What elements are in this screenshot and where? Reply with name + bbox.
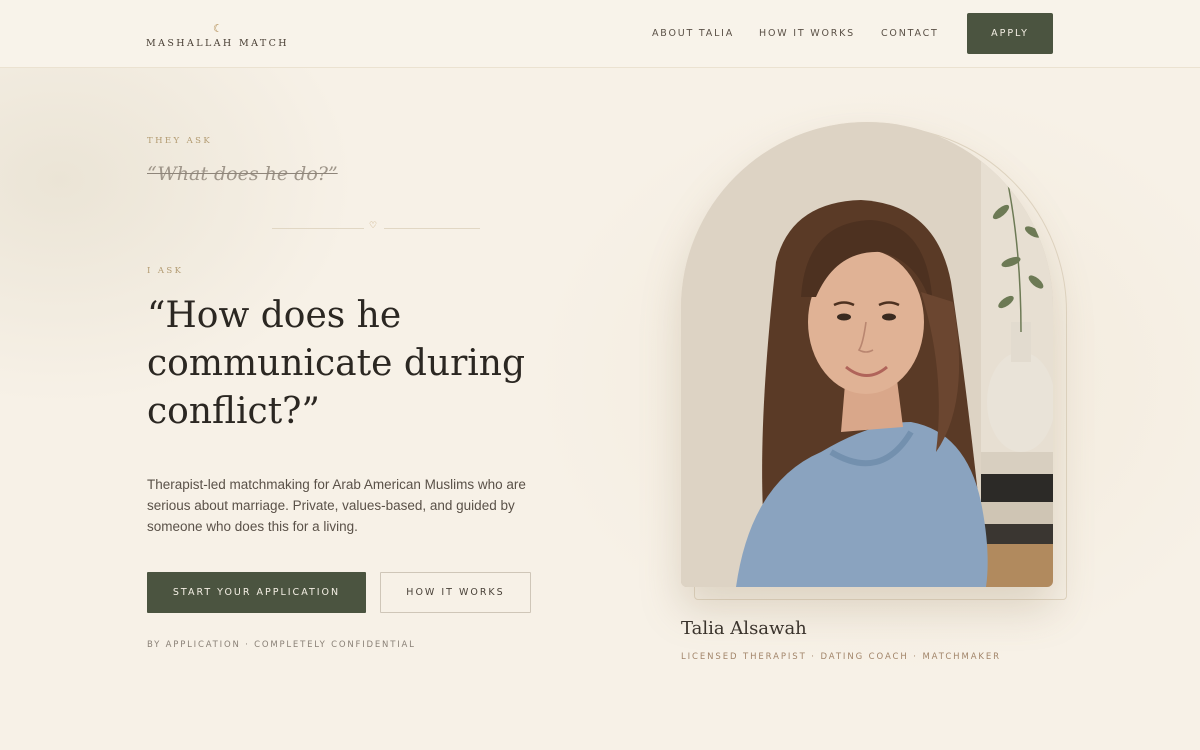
headline-line: conflict?”: [147, 391, 320, 432]
portrait-role: LICENSED THERAPIST · DATING COACH · MATC…: [681, 652, 1001, 662]
divider-line-left: [272, 228, 364, 229]
how-it-works-button[interactable]: HOW IT WORKS: [380, 572, 531, 613]
they-ask-label: THEY ASK: [147, 136, 213, 146]
hero-description: Therapist-led matchmaking for Arab Ameri…: [147, 477, 526, 534]
logo-text: MASHALLAH MATCH: [146, 38, 289, 49]
portrait-name: Talia Alsawah: [681, 618, 807, 639]
hero-headline: “How does he communicate during conflict…: [147, 292, 567, 436]
apply-button[interactable]: APPLY: [967, 13, 1053, 54]
logo[interactable]: ☾ MASHALLAH MATCH: [146, 20, 296, 52]
i-ask-label: I ASK: [147, 266, 184, 276]
crescent-moon-icon: ☾: [213, 22, 223, 35]
divider-line-right: [384, 228, 480, 229]
portrait-photo: [681, 122, 1053, 587]
site-header: ☾ MASHALLAH MATCH ABOUT TALIA HOW IT WOR…: [0, 0, 1200, 68]
headline-line: communicate during: [147, 343, 526, 384]
start-application-button[interactable]: START YOUR APPLICATION: [147, 572, 366, 613]
nav-contact[interactable]: CONTACT: [881, 28, 939, 39]
old-question: “What does he do?”: [147, 163, 338, 185]
portrait-illustration: [681, 122, 1053, 587]
confidential-note: BY APPLICATION · COMPLETELY CONFIDENTIAL: [147, 640, 416, 650]
headline-line: “How does he: [147, 295, 402, 336]
nav-how-it-works[interactable]: HOW IT WORKS: [759, 28, 855, 39]
heart-icon: ♡: [369, 221, 378, 231]
nav-about-talia[interactable]: ABOUT TALIA: [652, 28, 734, 39]
